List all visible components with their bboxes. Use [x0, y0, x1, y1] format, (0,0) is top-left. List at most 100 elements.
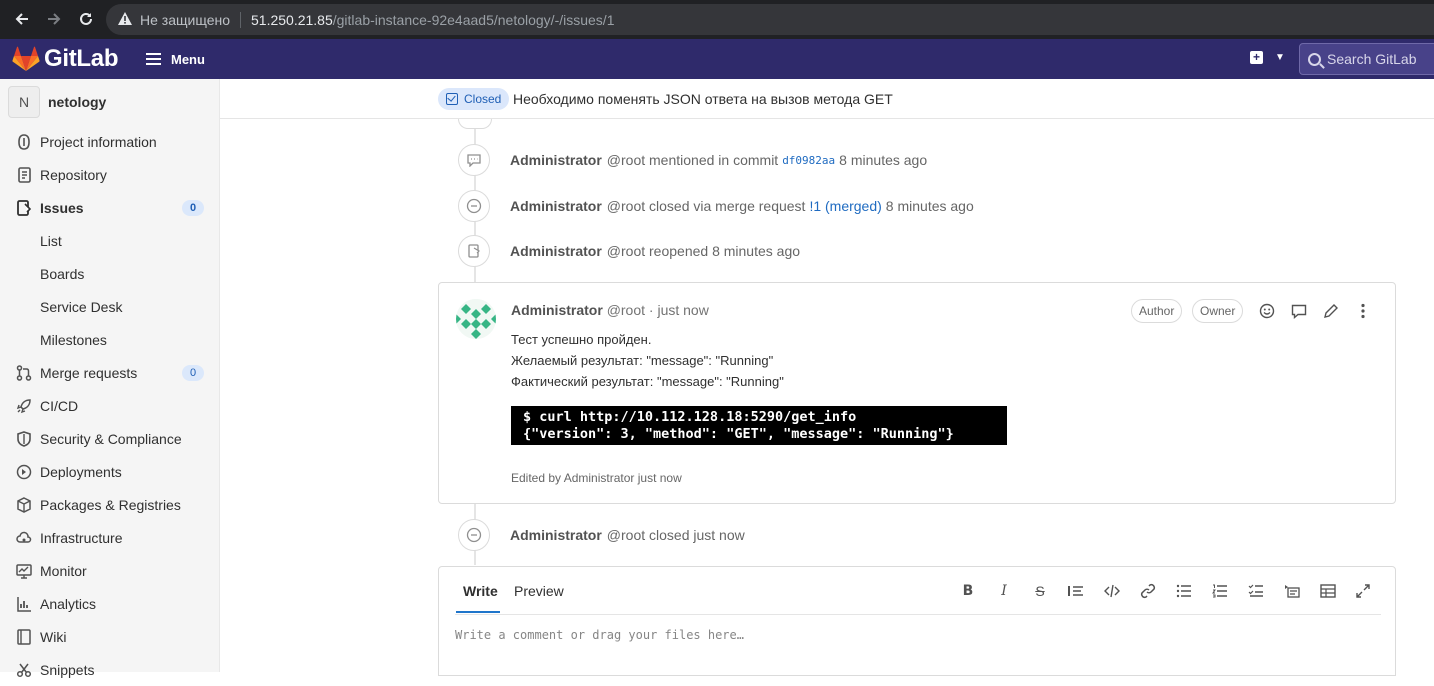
sidebar-item-deployments[interactable]: Deployments [0, 455, 219, 488]
comment-editor: Write Preview B I S Write a comment or d… [438, 566, 1396, 676]
sidebar-item-merge-requests[interactable]: Merge requests 0 [0, 356, 219, 389]
event-author[interactable]: Administrator [510, 152, 602, 168]
issue-closed-icon [446, 93, 458, 105]
search-input[interactable]: Search GitLab [1299, 43, 1434, 75]
sidebar-item-ci-cd[interactable]: CI/CD [0, 389, 219, 422]
reply-button[interactable] [1290, 302, 1308, 320]
sidebar-item-list[interactable]: List [0, 224, 219, 257]
hamburger-icon [146, 50, 161, 68]
sidebar-item-label: Project information [40, 133, 157, 150]
fullscreen-icon[interactable] [1354, 582, 1372, 600]
quote-icon[interactable] [1067, 582, 1085, 600]
note-line: Фактический результат: "message": "Runni… [511, 374, 784, 389]
event-author[interactable]: Administrator [510, 527, 602, 543]
comment-icon [458, 144, 490, 176]
note-author[interactable]: Administrator [511, 302, 603, 318]
gitlab-logo[interactable]: GitLab [12, 45, 119, 73]
warning-icon [118, 11, 132, 28]
sidebar-item-label: Deployments [40, 463, 122, 480]
chart-icon [16, 596, 32, 612]
bullet-list-icon[interactable] [1175, 582, 1193, 600]
event-time: 8 minutes ago [839, 152, 928, 168]
sidebar-item-repository[interactable]: Repository [0, 158, 219, 191]
numbered-list-icon[interactable] [1211, 582, 1229, 600]
comment-note: Administrator @root · just now Author Ow… [438, 282, 1396, 504]
status-badge: Closed [438, 88, 510, 110]
code-line: $ curl http://10.112.128.18:5290/get_inf… [523, 409, 857, 425]
back-icon[interactable] [11, 8, 33, 30]
issues-icon [16, 199, 32, 216]
strikethrough-icon[interactable]: S [1031, 582, 1049, 600]
tab-preview[interactable]: Preview [514, 583, 564, 599]
event-author[interactable]: Administrator [510, 198, 602, 214]
collapsible-icon[interactable] [1283, 582, 1301, 600]
gitlab-header: GitLab Menu + ▼ Search GitLab [0, 39, 1434, 79]
event-author[interactable]: Administrator [510, 243, 602, 259]
issue-title: Необходимо поменять JSON ответа на вызов… [513, 91, 893, 107]
browser-toolbar: Не защищено 51.250.21.85/gitlab-instance… [0, 0, 1434, 39]
rocket-icon [16, 398, 32, 414]
merge-request-link[interactable]: !1 (merged) [809, 198, 881, 214]
url-separator [240, 11, 241, 28]
package-icon [16, 496, 32, 513]
comment-icon [1291, 304, 1307, 319]
emoji-reaction-button[interactable] [1258, 302, 1276, 320]
sidebar-item-label: Analytics [40, 595, 97, 612]
sidebar-item-packages-registries[interactable]: Packages & Registries [0, 488, 219, 521]
sidebar-item-milestones[interactable]: Milestones [0, 323, 219, 356]
edit-button[interactable] [1322, 302, 1340, 320]
tab-write[interactable]: Write [463, 583, 498, 599]
sidebar-item-label: Packages & Registries [40, 496, 181, 513]
sidebar-item-label: Merge requests [40, 364, 138, 381]
deployments-icon [16, 464, 32, 480]
code-icon[interactable] [1103, 582, 1121, 600]
url-path: /gitlab-instance-92e4aad5/netology/-/iss… [332, 11, 615, 28]
sidebar-item-label: Boards [40, 265, 85, 282]
task-list-icon[interactable] [1247, 582, 1265, 600]
smiley-icon [1259, 303, 1275, 319]
italic-icon[interactable]: I [995, 582, 1013, 600]
sidebar-item-boards[interactable]: Boards [0, 257, 219, 290]
sidebar-item-monitor[interactable]: Monitor [0, 554, 219, 587]
toolbar-divider [455, 614, 1381, 615]
event-time: 8 minutes ago [885, 198, 974, 214]
sidebar-item-snippets[interactable]: Snippets [0, 653, 219, 686]
sidebar-item-label: List [40, 232, 62, 249]
info-icon [16, 133, 32, 150]
link-icon[interactable] [1139, 582, 1157, 600]
comment-textarea[interactable]: Write a comment or drag your files here… [455, 628, 744, 642]
address-bar[interactable]: Не защищено 51.250.21.85/gitlab-instance… [106, 4, 1434, 35]
timeline-event: Administrator @root closed via merge req… [458, 190, 974, 222]
sidebar-item-project-information[interactable]: Project information [0, 125, 219, 158]
sidebar-item-issues[interactable]: Issues 0 [0, 191, 219, 224]
menu-label: Menu [171, 51, 205, 67]
search-placeholder: Search GitLab [1327, 51, 1417, 67]
sidebar-item-service-desk[interactable]: Service Desk [0, 290, 219, 323]
snippet-icon [16, 662, 32, 678]
cloud-gear-icon [16, 530, 32, 546]
project-header[interactable]: N netology [0, 79, 219, 125]
forward-icon[interactable] [43, 8, 65, 30]
sidebar-item-label: CI/CD [40, 397, 79, 414]
issue-closed-event-icon [458, 190, 490, 222]
table-icon[interactable] [1319, 582, 1337, 600]
note-meta: @root · just now [606, 302, 709, 318]
chevron-down-icon: ▼ [1275, 52, 1285, 63]
bold-icon[interactable]: B [959, 582, 977, 600]
menu-button[interactable]: Menu [146, 50, 205, 68]
sidebar-item-security-compliance[interactable]: Security & Compliance [0, 422, 219, 455]
status-label: Closed [464, 92, 502, 106]
sidebar-item-infrastructure[interactable]: Infrastructure [0, 521, 219, 554]
book-icon [16, 628, 32, 645]
sidebar-item-wiki[interactable]: Wiki [0, 620, 219, 653]
commit-link[interactable]: df0982aa [782, 154, 835, 167]
new-dropdown-button[interactable]: + ▼ [1250, 51, 1285, 64]
pencil-icon [1324, 304, 1338, 318]
more-actions-button[interactable] [1354, 302, 1372, 320]
sidebar-item-analytics[interactable]: Analytics [0, 587, 219, 620]
reload-icon[interactable] [75, 8, 97, 30]
issues-count-badge: 0 [182, 199, 204, 216]
event-text: @root closed via merge request [606, 198, 806, 214]
avatar[interactable] [456, 299, 496, 339]
url-host: 51.250.21.85 [251, 11, 333, 28]
